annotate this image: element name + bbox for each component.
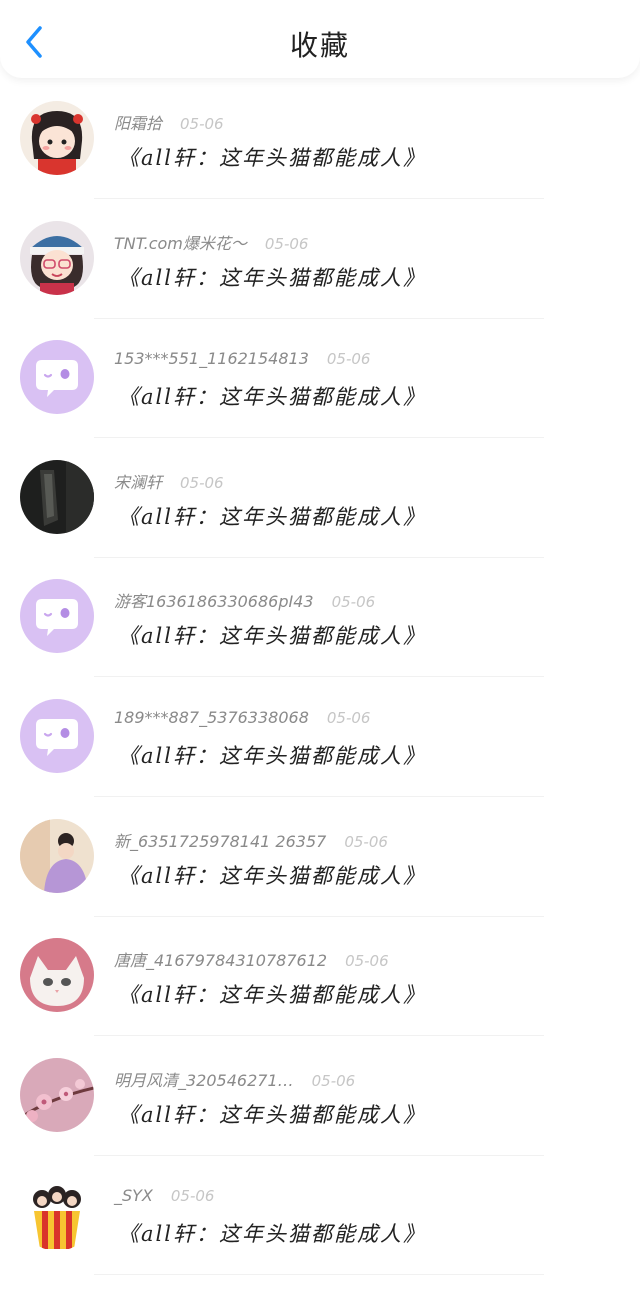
avatar[interactable]	[20, 340, 94, 415]
favorite-text[interactable]: 《all轩：这年头猫都能成人》	[118, 1099, 426, 1129]
date: 05-06	[180, 473, 224, 492]
date: 05-06	[331, 593, 376, 612]
username[interactable]: 游客1636186330686pI43	[114, 592, 314, 611]
divider	[94, 1035, 544, 1037]
favorite-text[interactable]: 《all轩：这年头猫都能成人》	[118, 142, 426, 172]
divider	[94, 676, 544, 678]
favorite-text[interactable]: 《all轩：这年头猫都能成人》	[118, 1218, 426, 1248]
avatar[interactable]	[20, 579, 94, 654]
divider	[94, 795, 544, 797]
date: 05-06	[326, 708, 371, 727]
divider	[94, 1274, 544, 1276]
divider	[94, 915, 544, 917]
avatar[interactable]	[20, 1057, 94, 1132]
list-item[interactable]: TNT.com爆米花～ 05-06 《all轩：这年头猫都能成人》	[0, 218, 640, 338]
avatar[interactable]	[20, 818, 94, 893]
date: 05-06	[170, 1187, 215, 1206]
username[interactable]: 153***551_1162154813	[114, 349, 309, 368]
date: 05-06	[345, 952, 389, 971]
list-item[interactable]: 新_6351725978141 26357 05-06 《all轩：这年头猫都能成…	[0, 816, 640, 936]
divider	[94, 437, 544, 439]
divider	[94, 198, 544, 199]
username[interactable]: 明月风清_320546271…	[114, 1071, 294, 1090]
favorite-text[interactable]: 《all轩：这年头猫都能成人》	[118, 501, 426, 531]
username[interactable]: 新_6351725978141 26357	[114, 832, 326, 851]
favorite-text[interactable]: 《all轩：这年头猫都能成人》	[118, 740, 426, 770]
divider	[94, 317, 544, 319]
username[interactable]: 阳霜拾	[114, 114, 162, 133]
favorite-text[interactable]: 《all轩：这年头猫都能成人》	[118, 979, 426, 1009]
avatar[interactable]	[20, 1177, 94, 1252]
favorite-text[interactable]: 《all轩：这年头猫都能成人》	[118, 620, 426, 650]
date: 05-06	[344, 832, 388, 851]
favorite-text[interactable]: 《all轩：这年头猫都能成人》	[118, 381, 426, 411]
date: 05-06	[311, 1071, 356, 1090]
list-item[interactable]: 153***551_1162154813 05-06 《all轩：这年头猫都能成人…	[0, 337, 640, 457]
list-item[interactable]: 明月风清_320546271… 05-06 《all轩：这年头猫都能成人》	[0, 1055, 640, 1175]
favorites-list: 阳霜拾 05-06 《all轩：这年头猫都能成人》 TNT.com爆米花～ 05-0…	[0, 98, 640, 1294]
date: 05-06	[180, 115, 224, 133]
divider	[94, 1154, 544, 1156]
avatar[interactable]	[20, 459, 94, 534]
username[interactable]: TNT.com爆米花～	[114, 234, 247, 253]
avatar[interactable]	[20, 938, 94, 1013]
list-item[interactable]: 唐唐_41679784310787612 05-06 《all轩：这年头猫都能成人…	[0, 935, 640, 1055]
page-title: 收藏	[289, 29, 350, 62]
username[interactable]: 唐唐_41679784310787612	[114, 951, 327, 970]
favorite-text[interactable]: 《all轩：这年头猫都能成人》	[118, 262, 426, 292]
list-item[interactable]: 阳霜拾 05-06 《all轩：这年头猫都能成人》	[0, 98, 640, 218]
avatar[interactable]	[20, 698, 94, 773]
list-item[interactable]: 宋澜轩 05-06 《all轩：这年头猫都能成人》	[0, 457, 640, 577]
top-bar: 收藏	[0, 0, 640, 78]
avatar[interactable]	[20, 220, 94, 295]
date: 05-06	[264, 234, 309, 253]
list-item[interactable]: 游客1636186330686pI43 05-06 《all轩：这年头猫都能成人》	[0, 576, 640, 696]
favorite-text[interactable]: 《all轩：这年头猫都能成人》	[118, 860, 426, 890]
divider	[94, 556, 544, 558]
avatar[interactable]	[20, 101, 94, 175]
username[interactable]: 宋澜轩	[114, 473, 162, 492]
username[interactable]: _SYX	[114, 1186, 153, 1205]
username[interactable]: 189***887_5376338068	[114, 708, 309, 727]
date: 05-06	[326, 350, 371, 369]
list-item[interactable]: 189***887_5376338068 05-06 《all轩：这年头猫都能成人…	[0, 696, 640, 816]
